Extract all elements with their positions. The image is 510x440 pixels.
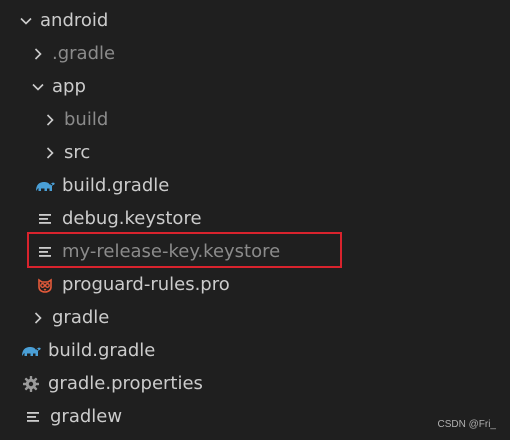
gradle-elephant-icon <box>20 341 42 361</box>
tree-folder-dot-gradle[interactable]: .gradle <box>0 37 510 70</box>
chevron-right-icon <box>30 46 46 62</box>
chevron-right-icon <box>30 310 46 326</box>
tree-item-label: gradle <box>52 307 110 328</box>
tree-item-label: build.gradle <box>48 340 156 361</box>
tree-item-label: proguard-rules.pro <box>62 274 230 295</box>
chevron-down-icon <box>18 13 34 29</box>
tree-folder-android[interactable]: android <box>0 4 510 37</box>
tree-file-debug-keystore[interactable]: debug.keystore <box>0 202 510 235</box>
chevron-down-icon <box>30 79 46 95</box>
tree-file-gradlew[interactable]: gradlew <box>0 400 510 433</box>
tree-folder-src[interactable]: src <box>0 136 510 169</box>
gear-icon <box>20 374 42 394</box>
tree-item-label: build <box>64 109 109 130</box>
chevron-right-icon <box>42 145 58 161</box>
tree-item-label: gradlew <box>50 406 123 427</box>
chevron-right-icon <box>42 112 58 128</box>
tree-item-label: gradle.properties <box>48 373 203 394</box>
tree-folder-build[interactable]: build <box>0 103 510 136</box>
tree-item-label: debug.keystore <box>62 208 202 229</box>
gradle-elephant-icon <box>34 176 56 196</box>
tree-item-label: .gradle <box>52 43 116 64</box>
tree-item-label: my-release-key.keystore <box>62 241 281 262</box>
tree-file-proguard-rules[interactable]: proguard-rules.pro <box>0 268 510 301</box>
tree-file-gradle-properties[interactable]: gradle.properties <box>0 367 510 400</box>
tree-folder-gradle[interactable]: gradle <box>0 301 510 334</box>
tree-file-app-build-gradle[interactable]: build.gradle <box>0 169 510 202</box>
watermark: CSDN @Fri_ <box>437 419 497 430</box>
text-file-icon <box>34 242 56 262</box>
tree-item-label: app <box>52 76 86 97</box>
file-explorer-tree: android .gradle app build src build.grad… <box>0 0 510 440</box>
tree-item-label: build.gradle <box>62 175 170 196</box>
tree-item-label: android <box>40 10 109 31</box>
text-file-icon <box>22 407 44 427</box>
tree-item-label: src <box>64 142 91 163</box>
tree-folder-app[interactable]: app <box>0 70 510 103</box>
proguard-owl-icon <box>34 275 56 295</box>
tree-file-build-gradle[interactable]: build.gradle <box>0 334 510 367</box>
text-file-icon <box>34 209 56 229</box>
tree-file-my-release-key-keystore[interactable]: my-release-key.keystore <box>0 235 510 268</box>
